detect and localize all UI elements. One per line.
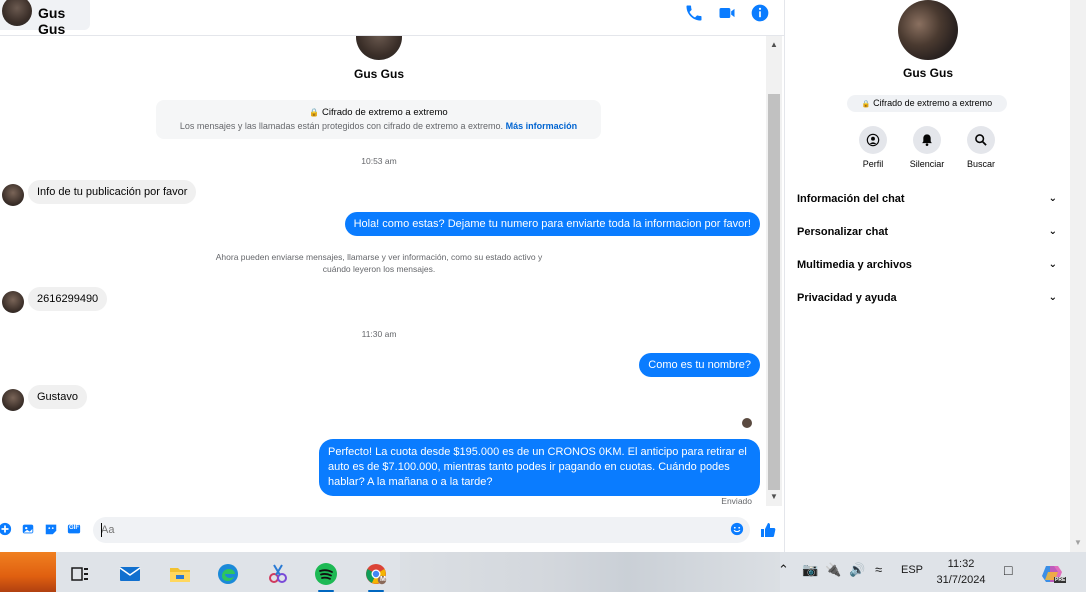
seen-avatar [742,418,752,428]
system-notice: Ahora pueden enviarse mensajes, llamarse… [215,252,543,274]
plus-circle-icon[interactable] [0,522,12,536]
composer: GIF [0,512,784,550]
task-view-icon[interactable] [60,556,100,592]
timestamp: 11:30 am [361,329,397,339]
chat-details-panel: Gus Gus 🔒 Cifrado de extremo a extremo P… [784,0,1070,552]
widgets-button[interactable] [0,552,56,592]
e2e-notice-text: Los mensajes y las llamadas están proteg… [156,121,601,131]
clock[interactable]: 11:32 31/7/2024 [930,556,992,588]
notifications-icon[interactable]: □ [1004,562,1012,578]
bell-icon[interactable] [913,126,941,154]
e2e-description: Los mensajes y las llamadas están proteg… [179,121,504,131]
spotify-icon[interactable] [306,556,346,592]
volume-icon[interactable]: 🔊 [849,562,865,578]
scroll-up-arrow-icon[interactable]: ▲ [770,40,778,49]
e2e-notice-title: 🔒 Cifrado de extremo a extremo [156,107,601,118]
clock-date: 31/7/2024 [936,574,986,586]
edge-browser-icon[interactable] [208,556,248,592]
conversation-contact-name: Gus Gus [353,67,404,81]
outgoing-message[interactable]: Como es tu nombre? [639,353,760,377]
section-customize-chat[interactable]: Personalizar chat ⌄ [797,226,1059,238]
wifi-icon[interactable]: ≈ [875,562,882,577]
chevron-down-icon: ⌄ [1048,259,1057,270]
section-media-files[interactable]: Multimedia y archivos ⌄ [797,259,1059,271]
contact-large-avatar [356,36,402,60]
contact-header-button[interactable]: Gus Gus [0,0,90,37]
message-scrollbar[interactable]: ▲ ▼ [766,36,782,506]
mute-action[interactable]: Silenciar [902,126,952,169]
mail-icon[interactable] [110,556,150,592]
contact-avatar[interactable] [2,0,32,26]
mute-label: Silenciar [909,159,945,169]
timestamp: 10:53 am [361,156,397,166]
e2e-badge[interactable]: 🔒 Cifrado de extremo a extremo [847,95,1007,112]
snipping-tool-icon[interactable] [258,556,298,592]
incoming-message[interactable]: Gustavo [28,385,87,409]
message-input[interactable] [93,517,750,543]
profile-label: Perfil [862,159,884,169]
e2e-notice: 🔒 Cifrado de extremo a extremo Los mensa… [156,100,601,139]
thumbs-up-icon[interactable] [760,522,776,538]
windows-taskbar: M ⌃ 📷 🔌 🔊 ≈ ESP 11:32 31/7/2024 □ PRE [0,552,1086,592]
chrome-icon[interactable]: M [356,556,396,592]
emoji-icon[interactable] [730,522,744,536]
scroll-down-arrow-icon[interactable]: ▼ [770,492,778,501]
chevron-down-icon: ⌄ [1048,226,1057,237]
clock-time: 11:32 [947,558,975,570]
chevron-down-icon: ⌄ [1048,292,1057,303]
photo-icon[interactable] [21,522,35,536]
chevron-down-icon: ⌄ [1048,193,1057,204]
section-label: Información del chat [797,193,905,205]
language-indicator[interactable]: ESP [901,564,923,576]
search-action[interactable]: Buscar [956,126,1006,169]
scroll-down-arrow-icon[interactable]: ▼ [1074,538,1082,547]
text-caret [101,523,102,537]
profile-action[interactable]: Perfil [848,126,898,169]
copilot-icon[interactable]: PRE [1034,556,1070,592]
sticker-icon[interactable] [44,522,58,536]
incoming-message[interactable]: Info de tu publicación por favor [28,180,197,204]
sender-avatar[interactable] [2,291,24,313]
contact-name[interactable]: Gus Gus [38,5,90,37]
panel-contact-avatar[interactable] [898,0,958,60]
sent-status: Enviado [721,496,752,506]
video-call-icon[interactable] [717,3,737,23]
chrome-profile-letter: M [380,576,386,583]
chat-header: Gus Gus [0,0,784,37]
profile-icon[interactable] [859,126,887,154]
outgoing-message[interactable]: Perfecto! La cuota desde $195.000 es de … [319,439,760,496]
phone-icon[interactable] [684,3,704,23]
taskbar-background [400,552,780,592]
copilot-badge: PRE [1054,577,1067,583]
section-label: Privacidad y ayuda [797,292,897,304]
more-info-link[interactable]: Más información [506,121,578,131]
outgoing-message[interactable]: Hola! como estas? Dejame tu numero para … [344,212,760,236]
lock-icon: 🔒 [861,101,871,108]
lock-icon: 🔒 [309,108,320,117]
sender-avatar[interactable] [2,389,24,411]
search-icon[interactable] [967,126,995,154]
panel-contact-name[interactable]: Gus Gus [785,66,1071,80]
info-icon[interactable] [750,3,770,23]
section-chat-info[interactable]: Información del chat ⌄ [797,193,1059,205]
gif-label: GIF [69,525,79,531]
incoming-message[interactable]: 2616299490 [28,287,108,311]
sender-avatar[interactable] [2,184,24,206]
gif-icon[interactable]: GIF [67,522,83,536]
desktop: Gus Gus Gus Gus 🔒 Cifrado de extremo a e… [0,0,1086,592]
section-label: Multimedia y archivos [797,259,912,271]
scroll-thumb[interactable] [768,94,780,490]
message-list: Gus Gus 🔒 Cifrado de extremo a extremo L… [0,36,766,510]
e2e-badge-text: Cifrado de extremo a extremo [873,98,993,108]
chevron-up-icon[interactable]: ⌃ [778,562,789,578]
e2e-title-text: Cifrado de extremo a extremo [321,107,448,118]
section-label: Personalizar chat [797,226,889,238]
search-label: Buscar [966,159,995,169]
section-privacy-help[interactable]: Privacidad y ayuda ⌄ [797,292,1059,304]
panel-scrollbar[interactable] [1070,0,1086,552]
file-explorer-icon[interactable] [160,556,200,592]
power-plug-icon[interactable]: 🔌 [825,562,841,578]
meet-now-icon[interactable]: 📷 [802,562,818,578]
